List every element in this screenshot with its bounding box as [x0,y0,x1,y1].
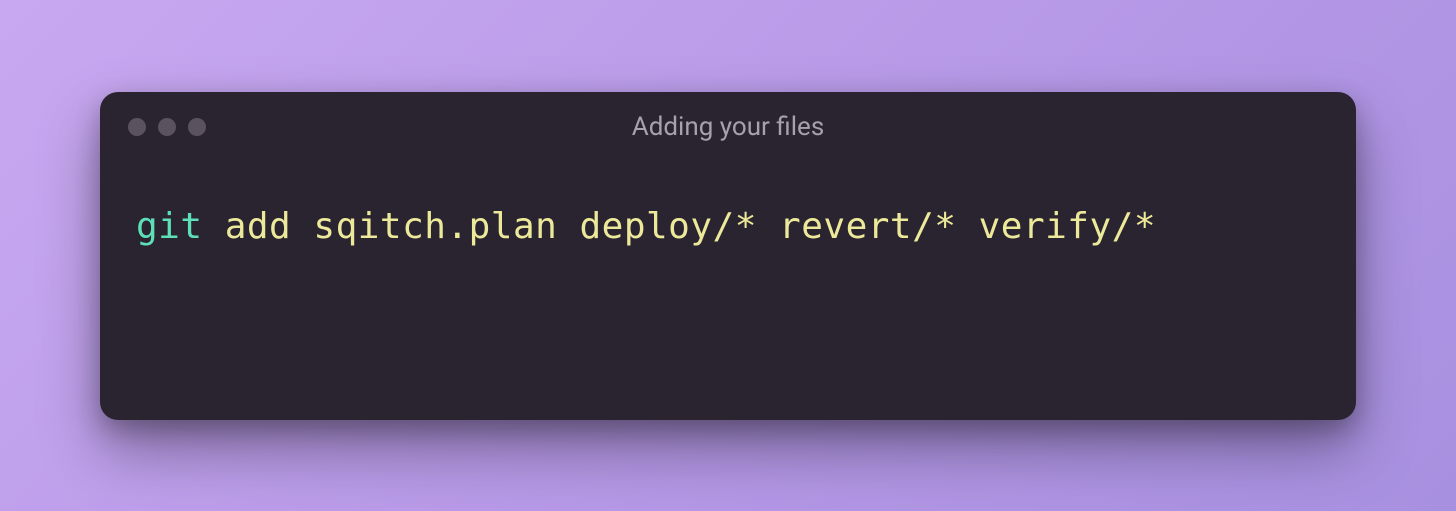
titlebar: Adding your files [100,92,1356,162]
minimize-icon[interactable] [158,118,176,136]
traffic-lights [128,118,206,136]
command-program: git [136,206,203,247]
window-title: Adding your files [632,112,825,142]
terminal-body[interactable]: git add sqitch.plan deploy/* revert/* ve… [100,162,1356,420]
maximize-icon[interactable] [188,118,206,136]
command-args: add sqitch.plan deploy/* revert/* verify… [203,206,1156,247]
close-icon[interactable] [128,118,146,136]
terminal-window: Adding your files git add sqitch.plan de… [100,92,1356,420]
